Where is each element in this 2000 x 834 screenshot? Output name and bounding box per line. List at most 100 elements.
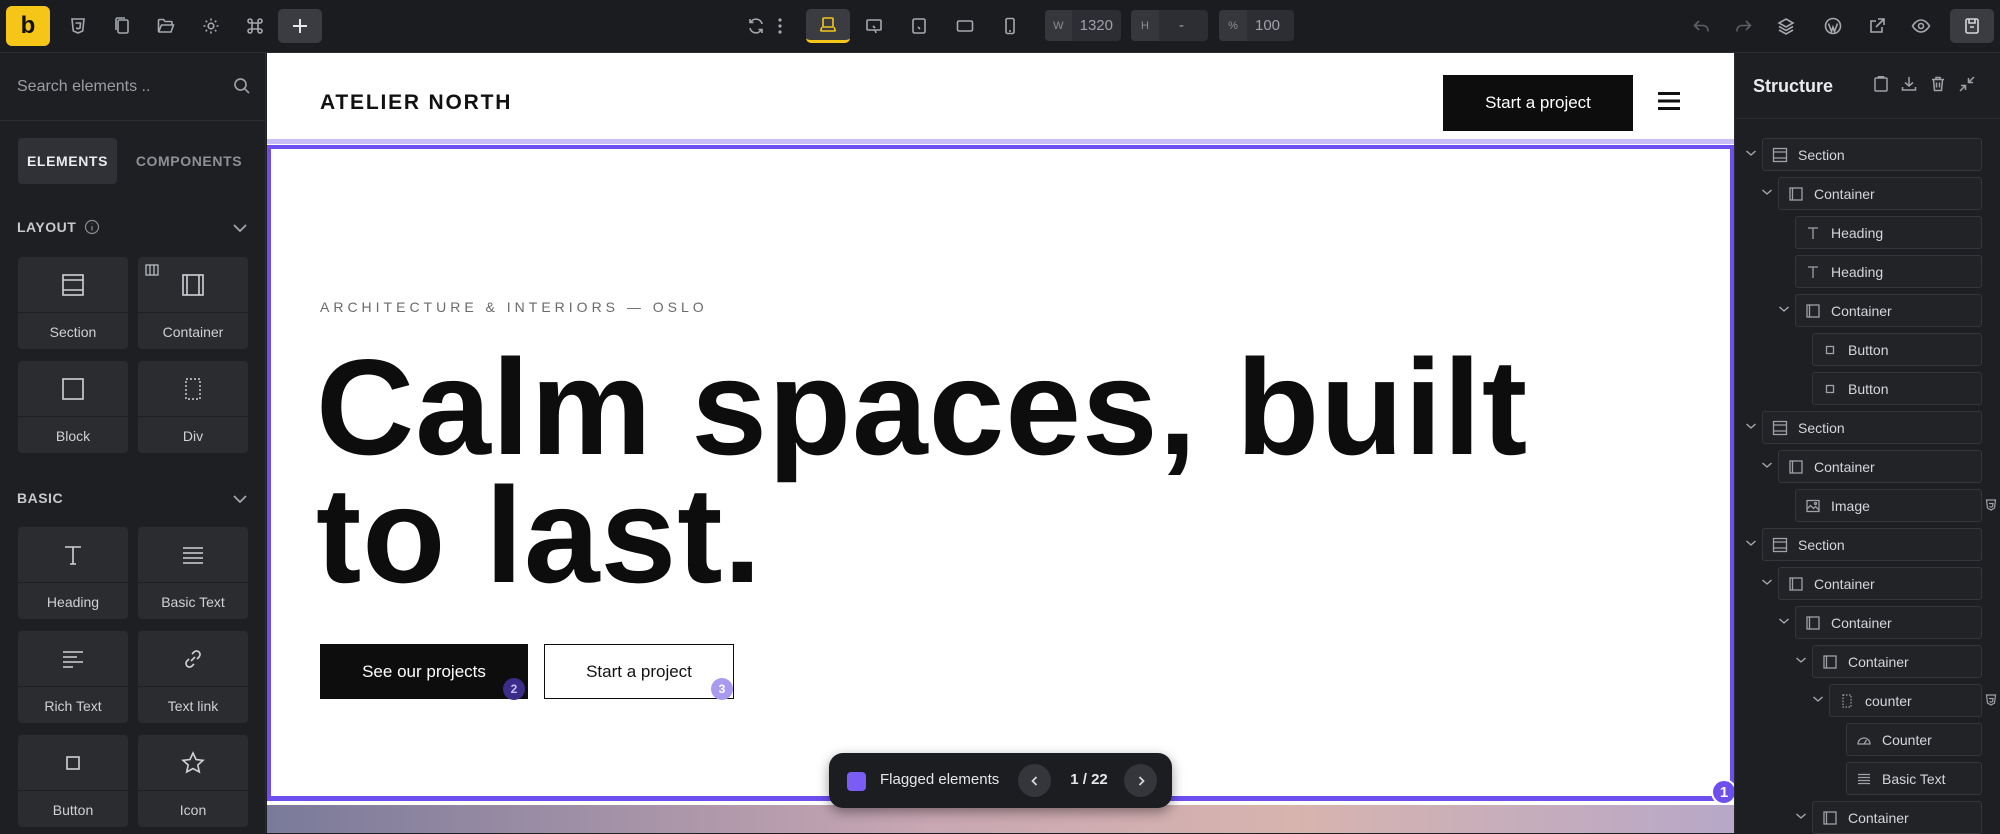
element-button[interactable]: Button xyxy=(18,735,128,827)
element-section[interactable]: Section xyxy=(18,257,128,349)
header-cta-button[interactable]: Start a project xyxy=(1443,75,1633,131)
zoom-value[interactable]: 100 xyxy=(1247,17,1288,34)
element-icon[interactable]: Icon xyxy=(138,735,248,827)
shield-icon[interactable] xyxy=(1984,498,1998,512)
element-heading[interactable]: Heading xyxy=(18,527,128,619)
category-basic-title: BASIC xyxy=(17,490,64,506)
height-field[interactable]: H - xyxy=(1131,10,1208,41)
tree-node-container[interactable]: Container xyxy=(1795,606,1982,639)
gear-icon[interactable] xyxy=(193,9,229,43)
tree-node-counter-div[interactable]: counter xyxy=(1829,684,1982,717)
tree-node-image[interactable]: Image xyxy=(1795,489,1982,522)
chevron-down-icon[interactable] xyxy=(1745,538,1757,548)
builder-canvas[interactable]: ATELIER NORTH Start a project ARCHITECTU… xyxy=(267,53,1734,833)
redo-icon[interactable] xyxy=(1726,9,1762,43)
tree-node-container[interactable]: Container xyxy=(1778,567,1982,600)
tab-elements[interactable]: ELEMENTS xyxy=(18,138,117,184)
tree-node-counter[interactable]: Counter xyxy=(1846,723,1982,756)
start-project-button[interactable]: Start a project xyxy=(544,644,734,699)
tree-node-section[interactable]: Section xyxy=(1762,411,1982,444)
chevron-down-icon[interactable] xyxy=(1795,811,1807,821)
element-label: Container xyxy=(162,323,224,340)
undo-icon[interactable] xyxy=(1683,9,1719,43)
chevron-down-icon[interactable] xyxy=(1761,460,1773,470)
see-projects-button[interactable]: See our projects xyxy=(320,644,528,699)
width-field[interactable]: W 1320 xyxy=(1045,10,1121,41)
tree-node-container[interactable]: Container xyxy=(1795,294,1982,327)
info-icon[interactable] xyxy=(84,219,100,235)
save-icon[interactable] xyxy=(1950,9,1994,43)
layers-icon[interactable] xyxy=(1768,9,1804,43)
tree-node-container[interactable]: Container xyxy=(1778,450,1982,483)
container-icon xyxy=(1788,459,1804,475)
wordpress-icon[interactable] xyxy=(1815,9,1851,43)
command-icon[interactable] xyxy=(237,9,273,43)
chevron-down-icon[interactable] xyxy=(1761,577,1773,587)
height-value[interactable]: - xyxy=(1159,17,1192,34)
desktop-breakpoint-icon[interactable] xyxy=(806,9,850,43)
more-vertical-icon[interactable] xyxy=(770,9,790,43)
preview-eye-icon[interactable] xyxy=(1903,9,1939,43)
element-div[interactable]: Div xyxy=(138,361,248,453)
tree-node-label: Button xyxy=(1848,341,1889,358)
element-rich-text[interactable]: Rich Text xyxy=(18,631,128,723)
hamburger-menu-icon[interactable] xyxy=(1657,90,1681,112)
pages-icon[interactable] xyxy=(104,9,140,43)
download-icon[interactable] xyxy=(1900,75,1918,93)
tree-node-heading[interactable]: Heading xyxy=(1795,216,1982,249)
container-icon xyxy=(1788,186,1804,202)
chevron-down-icon[interactable] xyxy=(232,492,248,506)
element-text-link[interactable]: Text link xyxy=(138,631,248,723)
element-container[interactable]: Container xyxy=(138,257,248,349)
folder-icon[interactable] xyxy=(148,9,184,43)
tablet-breakpoint-icon[interactable] xyxy=(947,9,983,43)
chevron-left-icon[interactable] xyxy=(1018,764,1051,797)
shield-icon[interactable] xyxy=(60,9,96,43)
tree-node-basic-text[interactable]: Basic Text xyxy=(1846,762,1982,795)
flag-marker[interactable]: 3 xyxy=(711,678,733,700)
chevron-down-icon[interactable] xyxy=(1761,187,1773,197)
tree-node-button[interactable]: Button xyxy=(1812,372,1982,405)
width-value[interactable]: 1320 xyxy=(1072,17,1121,34)
zoom-field[interactable]: % 100 xyxy=(1219,10,1294,41)
search-icon[interactable] xyxy=(232,76,252,96)
shield-icon[interactable] xyxy=(1984,693,1998,707)
trash-icon[interactable] xyxy=(1929,75,1947,93)
collapse-icon[interactable] xyxy=(1958,75,1976,93)
tree-node-container[interactable]: Container xyxy=(1812,645,1982,678)
hero-eyebrow[interactable]: ARCHITECTURE & INTERIORS — OSLO xyxy=(320,299,708,315)
chevron-down-icon[interactable] xyxy=(232,221,248,235)
tablet-landscape-breakpoint-icon[interactable] xyxy=(901,9,937,43)
chevron-down-icon[interactable] xyxy=(1795,655,1807,665)
tree-node-section[interactable]: Section xyxy=(1762,528,1982,561)
element-block[interactable]: Block xyxy=(18,361,128,453)
chevron-down-icon[interactable] xyxy=(1778,616,1790,626)
chevron-down-icon[interactable] xyxy=(1778,304,1790,314)
category-basic-header[interactable]: BASIC xyxy=(17,490,63,506)
chevron-right-icon[interactable] xyxy=(1124,764,1157,797)
tree-node-button[interactable]: Button xyxy=(1812,333,1982,366)
laptop-breakpoint-icon[interactable] xyxy=(856,9,892,43)
element-basic-text[interactable]: Basic Text xyxy=(138,527,248,619)
search-input[interactable] xyxy=(17,75,217,99)
tree-node-container[interactable]: Container xyxy=(1778,177,1982,210)
site-brand[interactable]: ATELIER NORTH xyxy=(320,91,512,115)
chevron-down-icon[interactable] xyxy=(1745,148,1757,158)
app-logo[interactable]: b xyxy=(6,6,50,46)
refresh-icon[interactable] xyxy=(738,9,774,43)
external-link-icon[interactable] xyxy=(1859,9,1895,43)
chevron-down-icon[interactable] xyxy=(1745,421,1757,431)
next-section-image[interactable] xyxy=(267,805,1734,833)
flag-marker[interactable]: 2 xyxy=(503,678,525,700)
category-layout-header[interactable]: LAYOUT xyxy=(17,219,100,235)
clipboard-icon[interactable] xyxy=(1872,75,1890,93)
tree-node-heading[interactable]: Heading xyxy=(1795,255,1982,288)
mobile-breakpoint-icon[interactable] xyxy=(992,9,1028,43)
chevron-down-icon[interactable] xyxy=(1812,694,1824,704)
add-element-icon[interactable] xyxy=(278,9,322,43)
tree-node-section[interactable]: Section xyxy=(1762,138,1982,171)
tree-node-container[interactable]: Container xyxy=(1812,801,1982,834)
tab-components[interactable]: COMPONENTS xyxy=(125,138,253,184)
hero-heading[interactable]: Calm spaces, built to last. xyxy=(316,339,1616,603)
flag-marker[interactable]: 1 xyxy=(1711,779,1734,805)
